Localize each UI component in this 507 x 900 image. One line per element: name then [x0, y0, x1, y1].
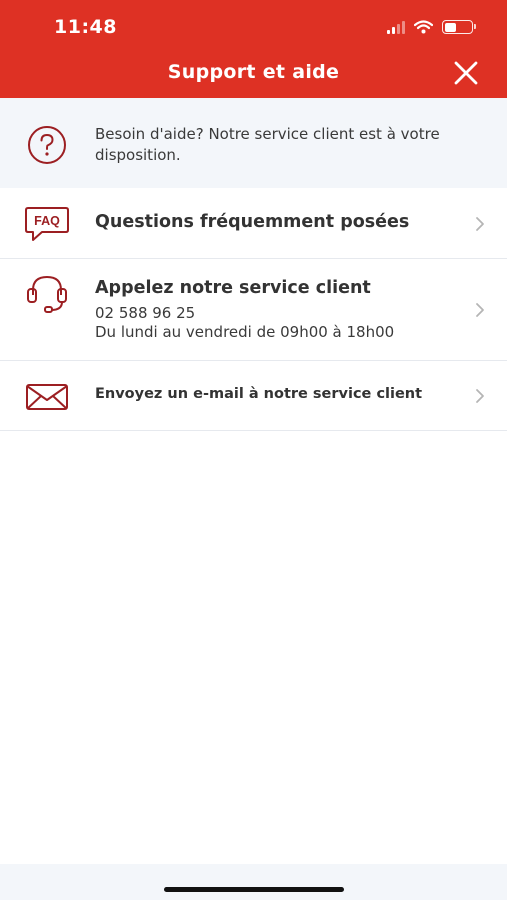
battery-icon: [442, 20, 476, 34]
headset-icon: [27, 275, 67, 313]
call-title: Appelez notre service client: [95, 278, 371, 298]
opening-hours: Du lundi au vendredi de 09h00 à 18h00: [95, 323, 395, 341]
wifi-icon: [414, 20, 433, 34]
close-icon[interactable]: [453, 60, 479, 86]
status-icons: [387, 18, 476, 36]
call-service-row[interactable]: Appelez notre service client 02 588 96 2…: [0, 259, 507, 361]
email-title: Envoyez un e-mail à notre service client: [95, 386, 423, 402]
page-title: Support et aide: [167, 61, 340, 83]
chevron-right-icon: [476, 303, 484, 317]
phone-number[interactable]: 02 588 96 25: [95, 303, 195, 324]
email-service-row[interactable]: Envoyez un e-mail à notre service client: [0, 361, 507, 431]
svg-text:FAQ: FAQ: [34, 214, 60, 228]
status-time: 11:48: [54, 16, 117, 38]
help-info-text: Besoin d'aide? Notre service client est …: [95, 125, 440, 164]
envelope-icon: [26, 384, 68, 410]
home-indicator[interactable]: [164, 887, 344, 892]
faq-title: Questions fréquemment posées: [95, 212, 410, 232]
app-header: 11:48 Support et aide: [0, 0, 507, 98]
chevron-right-icon: [476, 389, 484, 403]
chevron-right-icon: [476, 217, 484, 231]
faq-row[interactable]: FAQ Questions fréquemment posées: [0, 189, 507, 259]
question-circle-icon: [28, 126, 66, 164]
bottom-bar: [0, 864, 507, 900]
faq-icon: FAQ: [25, 207, 69, 241]
cellular-signal-icon: [387, 20, 405, 34]
